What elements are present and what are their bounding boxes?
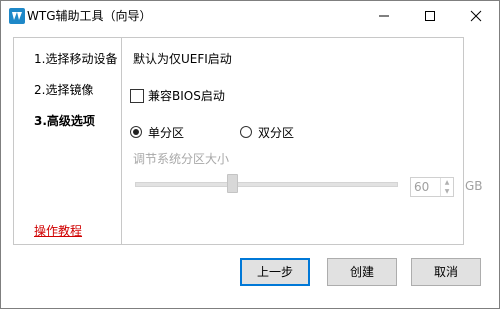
- dual-partition-label: 双分区: [258, 126, 295, 140]
- minimize-icon: [379, 15, 389, 17]
- maximize-icon: [425, 11, 435, 21]
- system-size-slider-thumb[interactable]: [227, 174, 238, 193]
- nav-divider: [121, 38, 122, 244]
- close-button[interactable]: [453, 1, 499, 31]
- system-size-slider-track[interactable]: [135, 182, 398, 187]
- spin-arrows: ▲ ▼: [440, 178, 453, 196]
- system-size-label: 调节系统分区大小: [133, 152, 230, 166]
- maximize-button[interactable]: [407, 1, 453, 31]
- radio-circle[interactable]: [240, 126, 252, 138]
- radio-selected-dot: [133, 129, 139, 135]
- wizard-window: WTG辅助工具（向导） 1.选择移动设备 2.选择镜像 3.高级选项 操作教程 …: [0, 0, 500, 309]
- nav-step-select-image: 2.选择镜像: [34, 83, 94, 97]
- create-button[interactable]: 创建: [327, 258, 397, 286]
- content-panel: 1.选择移动设备 2.选择镜像 3.高级选项 操作教程 默认为仅UEFI启动 兼…: [13, 37, 483, 245]
- spin-up-icon[interactable]: ▲: [441, 178, 453, 187]
- cancel-button[interactable]: 取消: [411, 258, 481, 286]
- checkbox-box[interactable]: [130, 89, 144, 103]
- title-bar: WTG辅助工具（向导）: [1, 1, 499, 31]
- system-size-spinbox[interactable]: 60 ▲ ▼: [410, 177, 454, 197]
- tutorial-link[interactable]: 操作教程: [34, 223, 82, 239]
- previous-button[interactable]: 上一步: [240, 258, 310, 286]
- radio-circle[interactable]: [130, 126, 142, 138]
- app-logo-icon: [9, 8, 25, 24]
- system-size-value[interactable]: 60: [414, 179, 429, 195]
- bios-compat-label: 兼容BIOS启动: [148, 89, 225, 103]
- nav-step-advanced-options: 3.高级选项: [34, 114, 95, 128]
- nav-step-select-device: 1.选择移动设备: [34, 52, 118, 66]
- close-icon: [470, 10, 482, 22]
- window-title: WTG辅助工具（向导）: [27, 9, 152, 23]
- minimize-button[interactable]: [361, 1, 407, 31]
- single-partition-label: 单分区: [148, 126, 185, 140]
- spin-down-icon[interactable]: ▼: [441, 187, 453, 196]
- default-boot-label: 默认为仅UEFI启动: [133, 52, 232, 66]
- size-unit-label: GB: [465, 179, 483, 193]
